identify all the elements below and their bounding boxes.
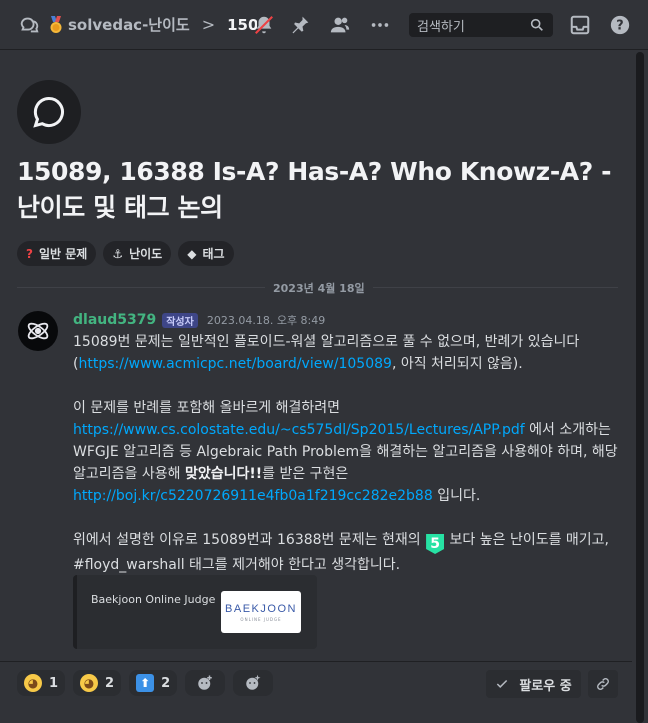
link-icon	[597, 678, 609, 690]
threads-icon	[20, 17, 39, 32]
up-arrow-icon: ⬆	[136, 674, 155, 692]
super-reaction-icon	[246, 674, 261, 690]
mute-notifications-icon[interactable]	[252, 13, 276, 37]
scrollbar-track[interactable]	[636, 52, 644, 723]
accepted-text: 맞았습니다!!	[184, 466, 263, 482]
tag-icon: ◆	[187, 246, 197, 261]
tag-label: 일반 문제	[38, 247, 88, 261]
scrollbar-thumb[interactable]	[636, 52, 644, 723]
thread-header-icon	[17, 80, 81, 144]
thread-tags: ? 일반 문제 ⚓ 난이도 ◆ 태그	[17, 241, 234, 266]
reaction-up-arrow[interactable]: ⬆ 2	[129, 670, 178, 696]
embed-logo-text: BAEKJOON	[225, 602, 297, 615]
avatar[interactable]	[18, 311, 58, 351]
question-icon: ?	[26, 246, 33, 261]
medal-icon	[50, 15, 62, 33]
reaction-hug-2[interactable]: ◕ 2	[73, 670, 122, 696]
reactions: ◕ 1 ◕ 2 ⬆ 2	[17, 670, 274, 696]
tag-label: 난이도	[129, 247, 163, 261]
level-badge: 5	[426, 534, 445, 554]
svg-text:?: ?	[616, 19, 623, 34]
thread-content: 15089, 16388 Is-A? Has-A? Who Knowz-A? -…	[0, 51, 632, 661]
search-input[interactable]: 검색하기	[409, 13, 553, 37]
lecture-pdf-link[interactable]: https://www.cs.colostate.edu/~cs575dl/Sp…	[73, 422, 525, 438]
following-label: 팔로우 중	[519, 678, 572, 694]
following-button[interactable]: 팔로우 중	[486, 670, 581, 698]
chat-bubble-icon	[33, 96, 64, 128]
embed-provider[interactable]: Baekjoon Online Judge	[91, 593, 215, 606]
thread-footer: ◕ 1 ◕ 2 ⬆ 2 팔로우 중	[0, 661, 632, 723]
thread-title-line-2: 난이도 및 태그 논의	[17, 193, 223, 222]
top-bar: solvedac-난이도 > 1508 검색하기 ?	[0, 0, 648, 50]
submission-link[interactable]: http://boj.kr/c5220726911e4fb0a1f219cc28…	[73, 488, 433, 504]
op-badge: 작성자	[162, 312, 198, 328]
embed-logo-subtext: ONLINE JUDGE	[240, 616, 282, 622]
message-paragraph-2: 이 문제를 반례를 포함해 올바르게 해결하려면 https://www.cs.c…	[73, 400, 618, 504]
author-name[interactable]: dlaud5379	[73, 312, 156, 328]
help-icon[interactable]: ?	[608, 13, 632, 37]
avatar-swirl-icon	[27, 322, 49, 340]
reaction-count: 2	[105, 675, 115, 691]
reaction-count: 1	[49, 675, 59, 691]
message-paragraph-1: 15089번 문제는 일반적인 플로이드-워셜 알고리즘으로 풀 수 없으며, …	[73, 334, 580, 372]
message-paragraph-3: 위에서 설명한 이유로 15089번과 16388번 문제는 현재의 5 보다 …	[73, 532, 610, 573]
thread-title: 15089, 16388 Is-A? Has-A? Who Knowz-A? -…	[17, 154, 617, 226]
embed-thumbnail[interactable]: BAEKJOON ONLINE JUDGE	[221, 591, 301, 633]
breadcrumb-separator: >	[201, 15, 216, 34]
add-reaction-icon	[198, 675, 212, 690]
date-divider-label: 2023년 4월 18일	[265, 280, 373, 296]
tag-general-problem[interactable]: ? 일반 문제	[17, 241, 97, 266]
tag-label: 태그	[202, 247, 225, 261]
reaction-count: 2	[161, 675, 171, 691]
channel-name[interactable]: solvedac-난이도	[68, 14, 190, 35]
more-options-icon[interactable]	[368, 13, 392, 37]
pin-icon[interactable]	[288, 13, 312, 37]
search-placeholder: 검색하기	[417, 19, 465, 35]
message-timestamp[interactable]: 2023.04.18. 오후 8:49	[207, 312, 325, 328]
thread-title-line-1: 15089, 16388 Is-A? Has-A? Who Knowz-A? -	[17, 157, 612, 186]
add-reaction-button[interactable]	[185, 670, 226, 696]
message-body: 15089번 문제는 일반적인 플로이드-워셜 알고리즘으로 풀 수 없으며, …	[73, 331, 621, 576]
board-link[interactable]: https://www.acmicpc.net/board/view/10508…	[78, 356, 391, 372]
link-embed[interactable]: Baekjoon Online Judge BAEKJOON ONLINE JU…	[73, 575, 317, 649]
copy-link-button[interactable]	[588, 670, 618, 698]
checkmark-icon	[497, 679, 508, 688]
message-header: dlaud5379 작성자 2023.04.18. 오후 8:49	[73, 312, 325, 328]
members-icon[interactable]	[328, 13, 352, 37]
reaction-hug-1[interactable]: ◕ 1	[17, 670, 66, 696]
hugging-face-icon: ◕	[24, 674, 42, 692]
tag-difficulty[interactable]: ⚓ 난이도	[103, 241, 172, 266]
hugging-face-icon: ◕	[80, 674, 99, 692]
search-icon	[530, 18, 543, 31]
tag-tags[interactable]: ◆ 태그	[178, 241, 234, 266]
add-super-reaction-button[interactable]	[233, 670, 274, 696]
breadcrumb: solvedac-난이도 > 1508	[48, 14, 257, 35]
anchor-icon: ⚓	[112, 246, 124, 261]
inbox-icon[interactable]	[568, 13, 592, 37]
